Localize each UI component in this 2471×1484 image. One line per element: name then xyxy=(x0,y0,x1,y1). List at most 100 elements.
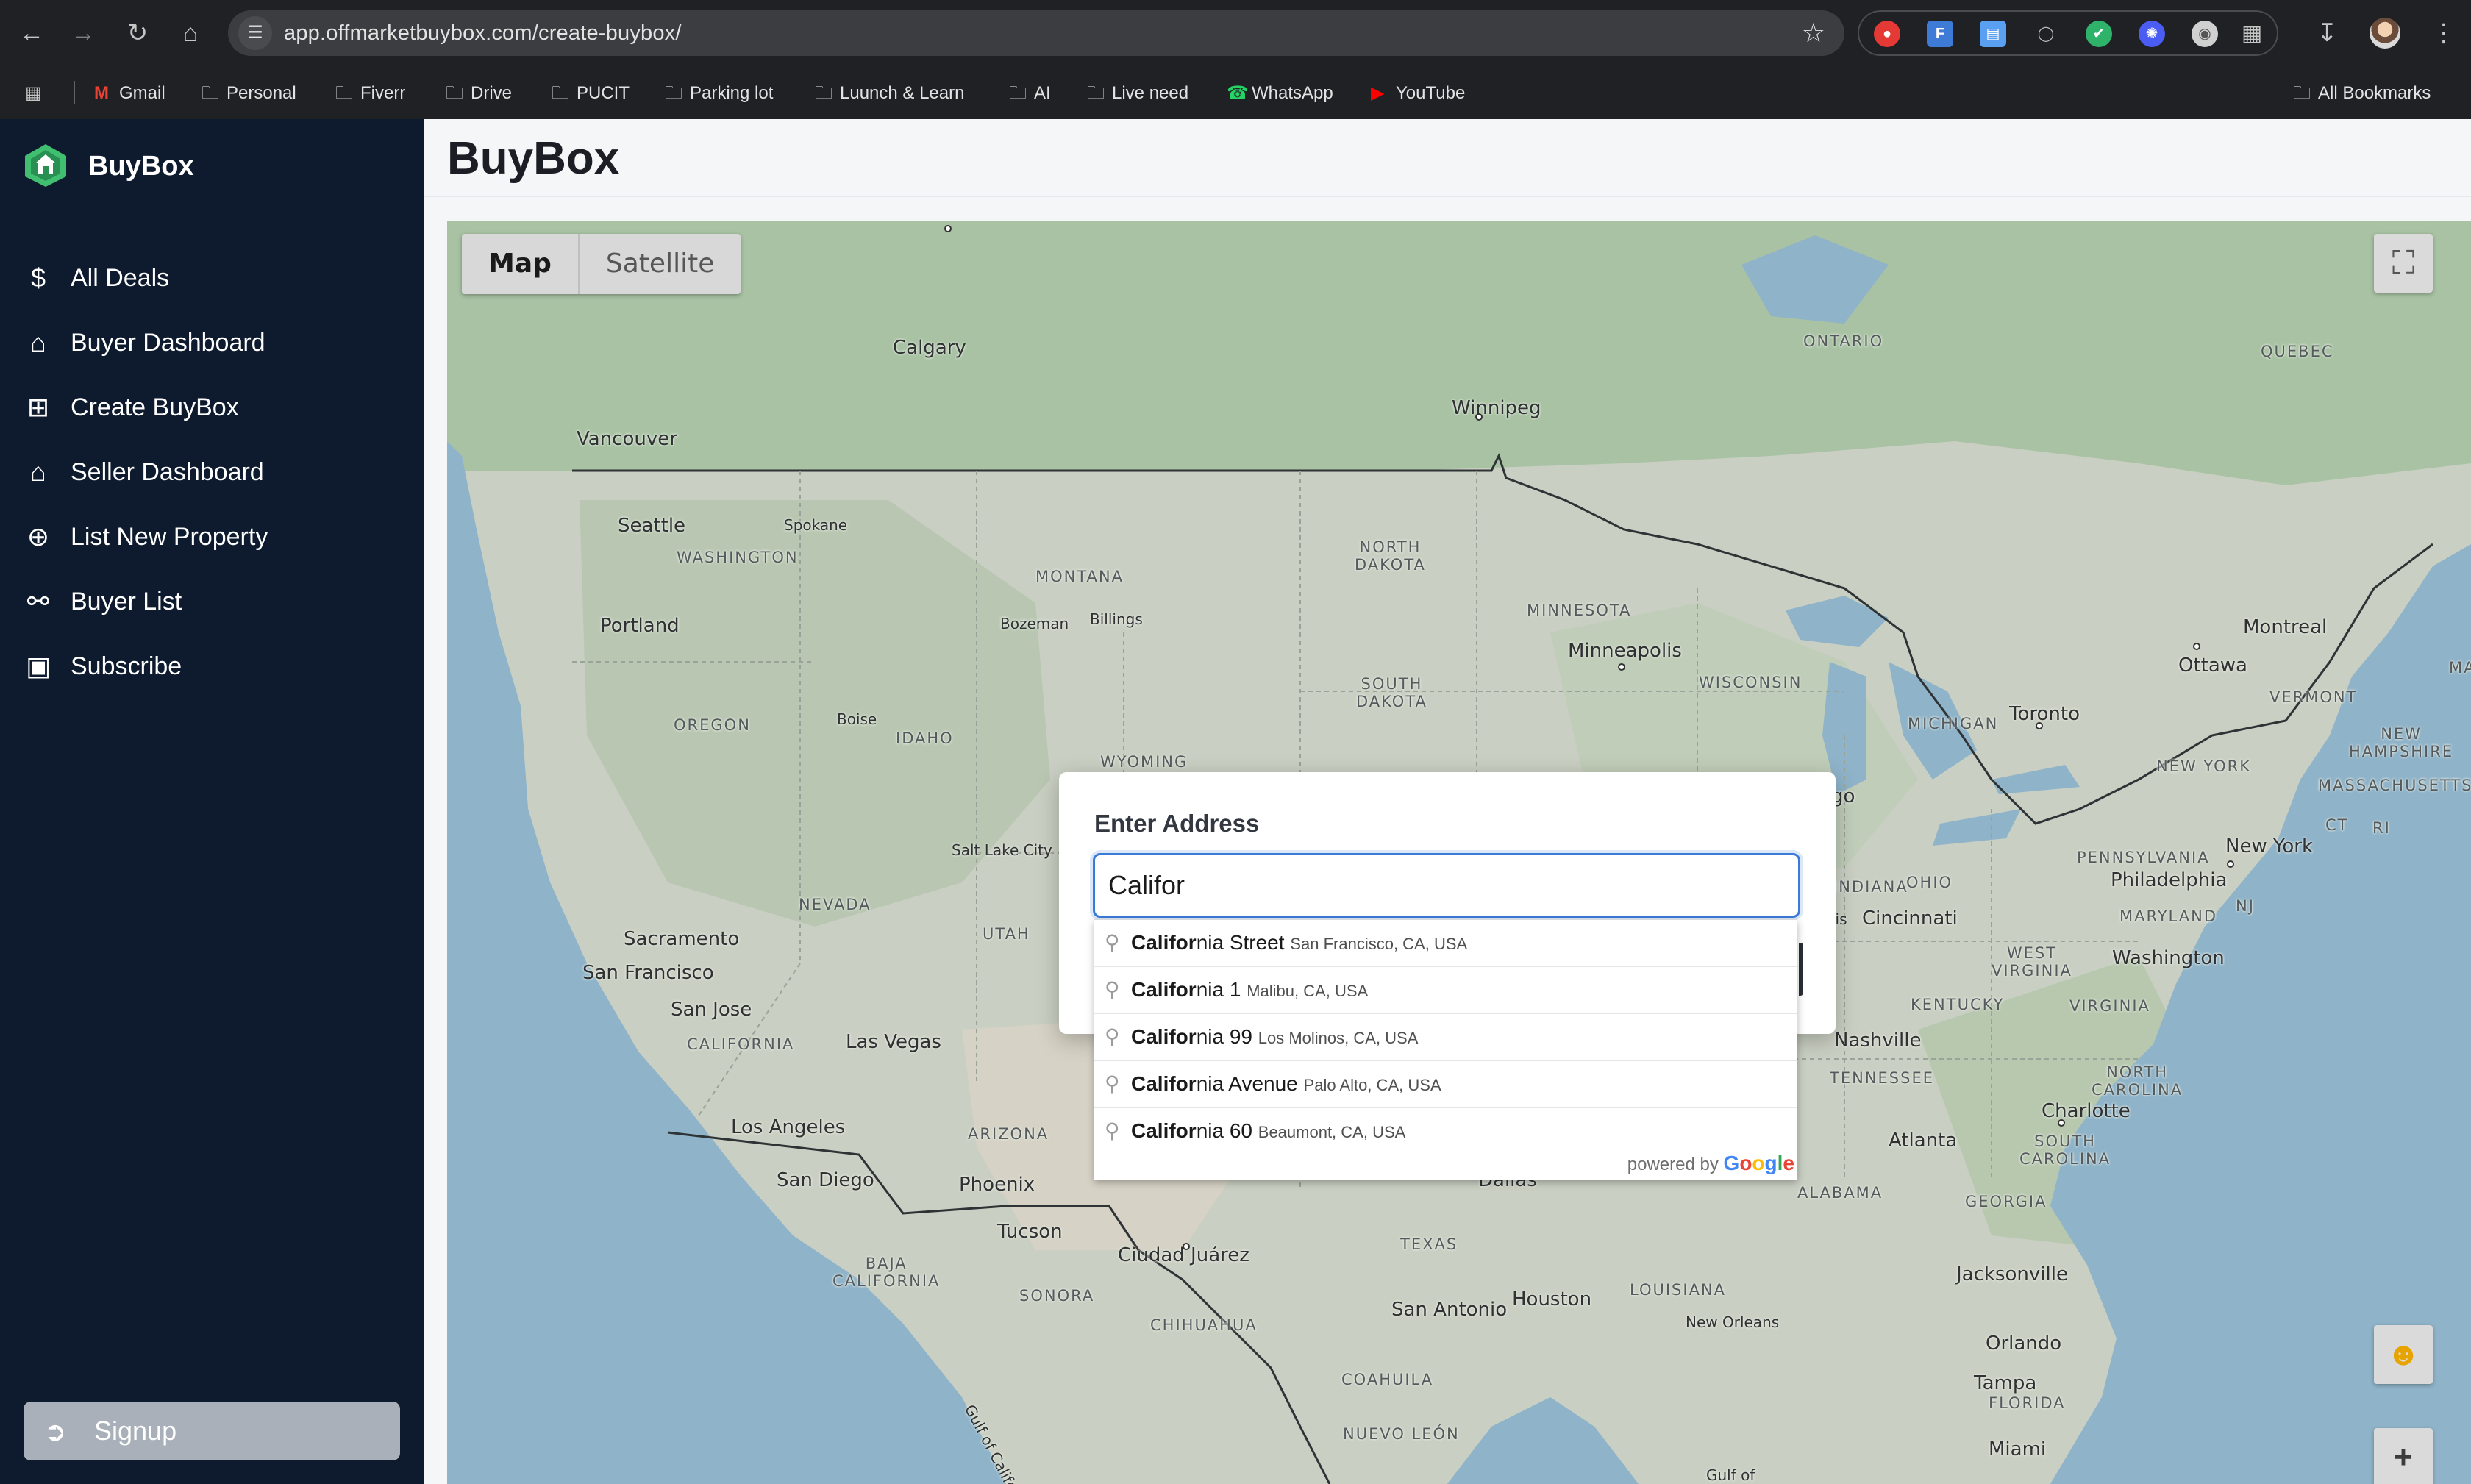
folder-icon: 🗀 xyxy=(335,83,353,103)
whatsapp-icon: ☎ xyxy=(1227,83,1249,103)
map-label: FLORIDA xyxy=(1989,1394,2066,1412)
extension-circle-icon[interactable]: ◯ xyxy=(2033,21,2059,47)
extensions-puzzle-icon[interactable]: ▦ xyxy=(2239,21,2265,47)
map-label: NUEVO LEÓN xyxy=(1343,1425,1460,1443)
signup-button[interactable]: ➲ Signup xyxy=(24,1402,400,1460)
map-label: New Orleans xyxy=(1686,1313,1780,1331)
zoom-in-button[interactable]: + xyxy=(2374,1428,2433,1484)
map-label: Billings xyxy=(1090,610,1143,628)
map-type-satellite[interactable]: Satellite xyxy=(580,234,741,294)
signup-label: Signup xyxy=(94,1416,177,1446)
folder-icon: 🗀 xyxy=(446,83,463,103)
autocomplete-dropdown: ⚲ California Street San Francisco, CA, U… xyxy=(1094,919,1797,1180)
map-label: Los Angeles xyxy=(731,1116,846,1138)
map-label: NJ xyxy=(2236,897,2255,915)
map-label: Atlanta xyxy=(1889,1130,1958,1152)
map-label: Jacksonville xyxy=(1956,1263,2068,1285)
autocomplete-item[interactable]: ⚲ California Street San Francisco, CA, U… xyxy=(1094,920,1797,967)
extension-translate-icon[interactable]: ▤ xyxy=(1980,21,2006,47)
map-type-control: Map Satellite xyxy=(462,234,741,294)
map-label: KENTUCKY xyxy=(1911,996,2005,1013)
map-label: Phoenix xyxy=(959,1174,1035,1196)
city-marker xyxy=(944,225,952,232)
apps-grid-icon[interactable]: ▦ xyxy=(25,81,50,106)
map-label: MICHIGAN xyxy=(1908,715,1999,732)
browser-menu-icon[interactable]: ⋮ xyxy=(2431,15,2456,51)
sidebar: BuyBox $ All Deals ⌂ Buyer Dashboard ⊞ C… xyxy=(0,119,424,1484)
bookmark-youtube[interactable]: ▶ YouTube xyxy=(1371,81,1465,106)
map-label: GEORGIA xyxy=(1965,1193,2047,1210)
powered-by-google: powered by Google xyxy=(1627,1152,1794,1174)
forward-icon[interactable]: → xyxy=(65,15,101,51)
page-header: BuyBox xyxy=(424,119,2471,197)
nav-subscribe[interactable]: ▣ Subscribe xyxy=(0,640,424,693)
dollar-icon: $ xyxy=(30,263,46,293)
folder-icon: 🗀 xyxy=(815,83,832,103)
bookmark-star-icon[interactable]: ☆ xyxy=(1802,18,1825,49)
site-settings-icon[interactable]: ☰ xyxy=(238,16,272,50)
map-label: Minneapolis xyxy=(1568,640,1682,662)
map-label: ARIZONA xyxy=(968,1125,1049,1143)
bookmark-gmail[interactable]: M Gmail xyxy=(94,81,165,106)
home-icon[interactable]: ⌂ xyxy=(172,15,209,51)
map-label: TENNESSEE xyxy=(1830,1069,1934,1087)
brand-name[interactable]: BuyBox xyxy=(88,150,194,182)
map-type-map[interactable]: Map xyxy=(462,234,580,294)
bookmark-pucit[interactable]: 🗀 PUCIT xyxy=(552,81,630,106)
map-label: Tucson xyxy=(997,1221,1063,1243)
map-label: QUEBEC xyxy=(2261,343,2334,360)
extension-fi-icon[interactable]: F xyxy=(1927,21,1953,47)
bookmark-personal[interactable]: 🗀 Personal xyxy=(202,81,296,106)
map-label: Charlotte xyxy=(2042,1100,2131,1122)
profile-avatar[interactable] xyxy=(2370,18,2400,49)
bookmark-fiverr[interactable]: 🗀 Fiverr xyxy=(335,81,405,106)
extensions-tray: ● F ▤ ◯ ✔ ✺ ◉ ▦ xyxy=(1858,10,2278,56)
bookmark-parking-lot[interactable]: 🗀 Parking lot xyxy=(665,81,773,106)
modal-submit-button[interactable] xyxy=(1799,943,1803,996)
nav-label: Seller Dashboard xyxy=(71,458,264,486)
nav-seller-dashboard[interactable]: ⌂ Seller Dashboard xyxy=(0,446,424,499)
bookmarks-divider xyxy=(74,81,75,104)
download-icon[interactable]: ↧ xyxy=(2317,15,2338,51)
map-label: OREGON xyxy=(674,716,751,734)
map-label: NEW HAMPSHIRE xyxy=(2349,725,2454,760)
gmail-icon: M xyxy=(94,83,109,103)
extension-sparkle-icon[interactable]: ✺ xyxy=(2139,21,2165,47)
bookmark-ai[interactable]: 🗀 AI xyxy=(1009,81,1051,106)
extension-green-icon[interactable]: ✔ xyxy=(2086,21,2112,47)
home-icon: ⌂ xyxy=(30,327,46,357)
bookmark-live-need[interactable]: 🗀 Live need xyxy=(1087,81,1188,106)
back-icon[interactable]: ← xyxy=(13,15,50,51)
autocomplete-item[interactable]: ⚲ California 60 Beaumont, CA, USA xyxy=(1094,1108,1797,1155)
bookmark-luunch-learn[interactable]: 🗀 Luunch & Learn xyxy=(815,81,964,106)
city-marker xyxy=(1475,413,1483,421)
bookmark-drive[interactable]: 🗀 Drive xyxy=(446,81,512,106)
nav-buyer-dashboard[interactable]: ⌂ Buyer Dashboard xyxy=(0,316,424,369)
map-label: Seattle xyxy=(618,515,686,537)
page-title: BuyBox xyxy=(447,133,620,184)
autocomplete-item[interactable]: ⚲ California Avenue Palo Alto, CA, USA xyxy=(1094,1061,1797,1108)
url-text[interactable]: app.offmarketbuybox.com/create-buybox/ xyxy=(284,21,682,46)
bookmarks-bar: ▦ M Gmail 🗀 Personal 🗀 Fiverr 🗀 Drive 🗀 PUCIT… xyxy=(0,66,2471,119)
map-label: MAIN xyxy=(2449,659,2471,677)
autocomplete-item[interactable]: ⚲ California 99 Los Molinos, CA, USA xyxy=(1094,1014,1797,1061)
map-label: Spokane xyxy=(784,516,848,534)
all-bookmarks[interactable]: 🗀 All Bookmarks xyxy=(2293,81,2431,106)
pegman-icon[interactable]: ☻ xyxy=(2374,1325,2433,1384)
extension-globe-icon[interactable]: ◉ xyxy=(2192,21,2218,47)
extension-red-icon[interactable]: ● xyxy=(1874,21,1900,47)
nav-create-buybox[interactable]: ⊞ Create BuyBox xyxy=(0,381,424,434)
map-label: NEVADA xyxy=(799,896,871,913)
fullscreen-icon[interactable]: ⛶ xyxy=(2374,234,2433,293)
map-label: MASSACHUSETTS xyxy=(2318,777,2471,794)
autocomplete-item[interactable]: ⚲ California 1 Malibu, CA, USA xyxy=(1094,967,1797,1014)
address-bar[interactable]: ☰ app.offmarketbuybox.com/create-buybox/… xyxy=(228,10,1844,56)
nav-buyer-list[interactable]: ⚯ Buyer List xyxy=(0,575,424,628)
nav-list-new-property[interactable]: ⊕ List New Property xyxy=(0,510,424,563)
map-label: SOUTH CAROLINA xyxy=(2019,1132,2111,1168)
address-input[interactable] xyxy=(1093,853,1800,918)
reload-icon[interactable]: ↻ xyxy=(119,15,156,51)
modal-title: Enter Address xyxy=(1094,810,1260,837)
nav-all-deals[interactable]: $ All Deals xyxy=(0,252,424,304)
bookmark-whatsapp[interactable]: ☎ WhatsApp xyxy=(1227,81,1333,106)
